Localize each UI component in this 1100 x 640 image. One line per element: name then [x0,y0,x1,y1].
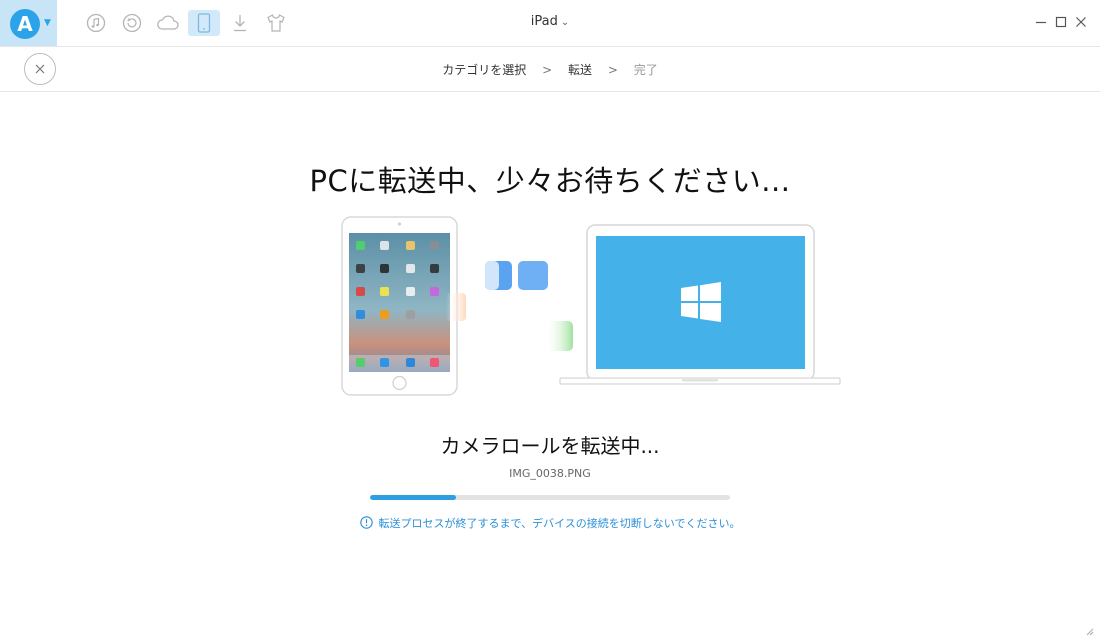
transfer-status: カメラロールを転送中... [440,434,660,458]
breadcrumb-step-transfer: 転送 [567,63,592,77]
resize-grip-icon[interactable] [1086,628,1094,636]
title-bar: A ▼ iPad ⌄ [0,0,1100,47]
close-button[interactable] [1074,14,1088,30]
page-title: PCに転送中、少々お待ちください... [309,164,791,198]
chevron-down-icon: ⌄ [560,17,570,28]
minimize-button[interactable] [1034,14,1048,30]
maximize-button[interactable] [1054,14,1068,30]
breadcrumb-separator: > [607,63,618,77]
transfer-progress-bar [370,495,730,500]
device-selector[interactable]: iPad ⌄ [0,14,1100,29]
disconnect-warning: 転送プロセスが終了するまで、デバイスの接続を切断しないでください。 [0,515,1100,532]
warning-text: 転送プロセスが終了するまで、デバイスの接続を切断しないでください。 [378,517,741,530]
device-name: iPad [530,14,558,29]
breadcrumb-step-select: カテゴリを選択 [442,63,527,77]
breadcrumb-bar: カテゴリを選択 > 転送 > 完了 [0,46,1100,92]
breadcrumb-step-complete: 完了 [633,63,658,77]
transfer-illustration [341,216,841,396]
laptop-icon [559,224,841,385]
info-icon [359,516,373,532]
breadcrumb-separator: > [542,63,553,77]
ipad-device-icon [341,216,458,396]
breadcrumb: カテゴリを選択 > 転送 > 完了 [0,61,1100,78]
current-file-name: IMG_0038.PNG [509,467,591,480]
progress-fill [370,495,457,500]
